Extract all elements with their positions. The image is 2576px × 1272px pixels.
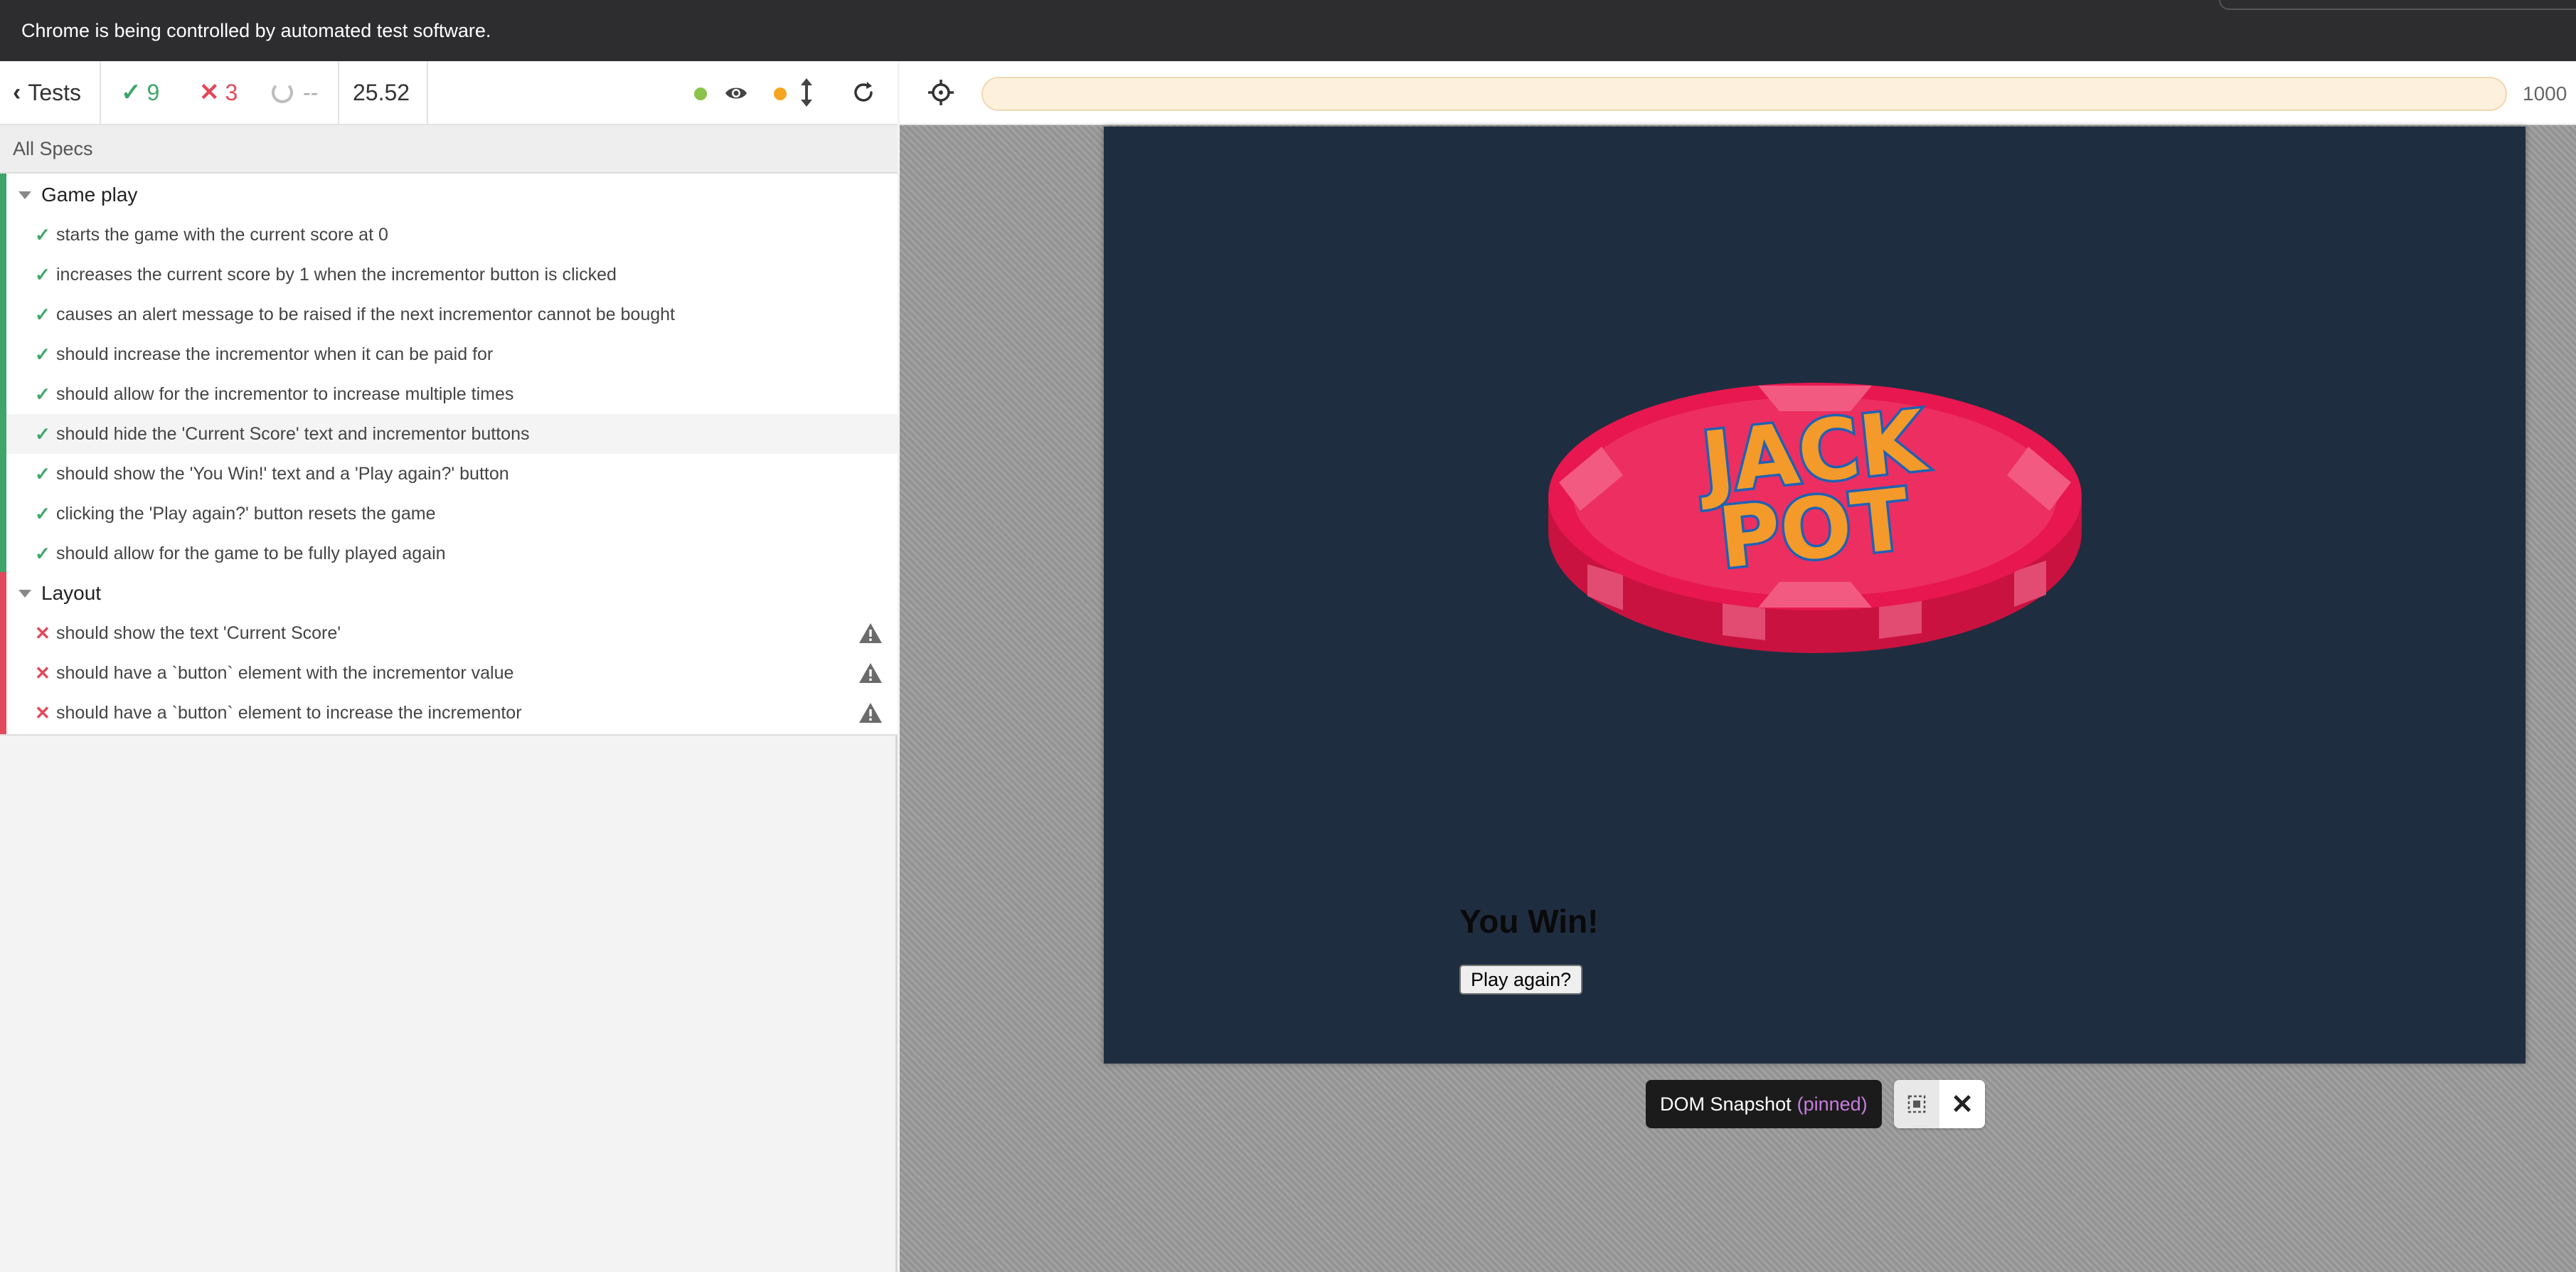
suite-game-play[interactable]: Game play — [0, 175, 898, 215]
failed-count: 3 — [225, 79, 238, 105]
test-title: should allow for the incrementor to incr… — [56, 383, 514, 404]
tests-button[interactable]: ‹ Tests — [13, 61, 91, 124]
header-divider — [338, 61, 339, 124]
automation-banner-text: Chrome is being controlled by automated … — [21, 19, 491, 41]
app-preview-frame: JACK POT You Win! Play again? — [1104, 127, 2526, 1064]
fail-cross-icon: ✕ — [35, 662, 50, 684]
suite-title: Layout — [41, 582, 102, 604]
play-again-button[interactable]: Play again? — [1459, 965, 1583, 995]
suite-status-bar-passed — [0, 174, 6, 572]
test-title: should show the text 'Current Score' — [56, 622, 341, 643]
test-reporter-panel: ‹ Tests ✓ 9 ✕ 3 -- 25.52 All Specs Game … — [0, 61, 898, 1272]
snapshot-label: DOM Snapshot — [1660, 1093, 1792, 1115]
pass-check-icon: ✓ — [35, 303, 50, 325]
fail-cross-icon: ✕ — [35, 622, 50, 644]
pass-check-icon: ✓ — [35, 383, 50, 405]
pass-check-icon: ✓ — [35, 263, 50, 285]
jackpot-chip-logo: JACK POT — [1548, 383, 2082, 653]
svg-text:POT: POT — [1714, 470, 1913, 587]
failed-stat: ✕ 3 — [199, 61, 249, 124]
test-title: should have a `button` element with the … — [56, 662, 514, 683]
chevron-left-icon: ‹ — [13, 78, 21, 106]
scroll-status-dot — [774, 88, 787, 100]
dom-snapshot-indicator: DOM Snapshot (pinned) — [1646, 1080, 1882, 1128]
vertical-resize-icon[interactable] — [798, 77, 815, 108]
spec-list: Game play ✓ starts the game with the cur… — [0, 174, 898, 736]
test-title: causes an alert message to be raised if … — [56, 304, 675, 324]
unpin-snapshot-button[interactable]: ✕ — [1939, 1080, 1985, 1128]
test-row[interactable]: ✓ clicking the 'Play again?' button rese… — [6, 494, 898, 534]
test-title: starts the game with the current score a… — [56, 224, 388, 245]
auto-scroll-status-dot — [694, 88, 707, 100]
test-title: increases the current score by 1 when th… — [56, 264, 617, 285]
caret-down-icon — [18, 191, 31, 199]
pending-spinner-icon — [272, 82, 293, 103]
highlight-toggle-icon — [1907, 1095, 1926, 1113]
fail-cross-icon: ✕ — [35, 701, 50, 724]
aut-header: 1000 — [900, 61, 2576, 125]
test-row[interactable]: ✓ increases the current score by 1 when … — [6, 255, 898, 295]
url-bar[interactable] — [981, 77, 2507, 111]
test-title: should allow for the game to be fully pl… — [56, 543, 446, 563]
reload-icon[interactable] — [851, 80, 876, 105]
test-row[interactable]: ✓ should increase the incrementor when i… — [6, 334, 898, 374]
warning-icon[interactable] — [858, 622, 883, 645]
pass-check-icon: ✓ — [35, 223, 50, 245]
suite-layout[interactable]: Layout — [0, 573, 898, 613]
test-row[interactable]: ✓ should show the 'You Win!' text and a … — [6, 454, 898, 494]
win-heading: You Win! — [1459, 903, 1599, 940]
eye-icon[interactable] — [724, 81, 748, 105]
reporter-header: ‹ Tests ✓ 9 ✕ 3 -- 25.52 — [0, 61, 898, 125]
snapshot-controls: ✕ — [1894, 1080, 1985, 1128]
pass-check-icon: ✓ — [35, 343, 50, 365]
pass-check-icon: ✓ — [35, 423, 50, 445]
pass-check-icon: ✓ — [35, 462, 50, 484]
caret-down-icon — [18, 589, 31, 598]
check-icon: ✓ — [121, 79, 142, 106]
crosshair-icon[interactable] — [927, 78, 955, 107]
passed-stat: ✓ 9 — [121, 61, 171, 124]
pass-check-icon: ✓ — [35, 502, 50, 524]
test-row[interactable]: ✓ starts the game with the current score… — [6, 215, 898, 255]
close-icon: ✕ — [1951, 1089, 1974, 1120]
test-row[interactable]: ✓ causes an alert message to be raised i… — [6, 295, 898, 334]
pending-stat: -- — [272, 61, 336, 124]
test-row[interactable]: ✕ should show the text 'Current Score' — [6, 613, 898, 653]
test-title: clicking the 'Play again?' button resets… — [56, 503, 436, 524]
duration: 25.52 — [353, 79, 410, 105]
test-row[interactable]: ✓ should allow for the game to be fully … — [6, 534, 898, 573]
test-title: should increase the incrementor when it … — [56, 344, 494, 364]
cross-icon: ✕ — [199, 79, 220, 106]
pending-count: -- — [303, 79, 319, 105]
warning-icon[interactable] — [858, 701, 883, 724]
automation-banner: Chrome is being controlled by automated … — [0, 0, 2576, 61]
header-divider — [427, 61, 428, 124]
test-title: should have a `button` element to increa… — [56, 702, 522, 723]
test-row[interactable]: ✕ should have a `button` element with th… — [6, 653, 898, 693]
app-under-test-area: 1000 JACK POT You Win! Play again? DOM S — [900, 61, 2576, 1272]
snapshot-pinned-label: (pinned) — [1797, 1093, 1868, 1115]
test-title: should hide the 'Current Score' text and… — [56, 423, 530, 444]
tests-label: Tests — [28, 79, 82, 105]
header-divider — [100, 61, 101, 124]
test-row[interactable]: ✕ should have a `button` element to incr… — [6, 693, 898, 733]
toggle-highlight-button[interactable] — [1894, 1080, 1939, 1128]
all-specs-header[interactable]: All Specs — [0, 125, 898, 174]
suite-title: Game play — [41, 184, 138, 206]
browser-chrome-edge — [2219, 0, 2576, 10]
pass-check-icon: ✓ — [35, 542, 50, 564]
test-row[interactable]: ✓ should allow for the incrementor to in… — [6, 374, 898, 414]
viewport-width: 1000 — [2523, 83, 2567, 105]
warning-icon[interactable] — [858, 662, 883, 684]
test-row-hovered[interactable]: ✓ should hide the 'Current Score' text a… — [6, 414, 898, 454]
passed-count: 9 — [147, 79, 160, 105]
test-title: should show the 'You Win!' text and a 'P… — [56, 463, 509, 484]
